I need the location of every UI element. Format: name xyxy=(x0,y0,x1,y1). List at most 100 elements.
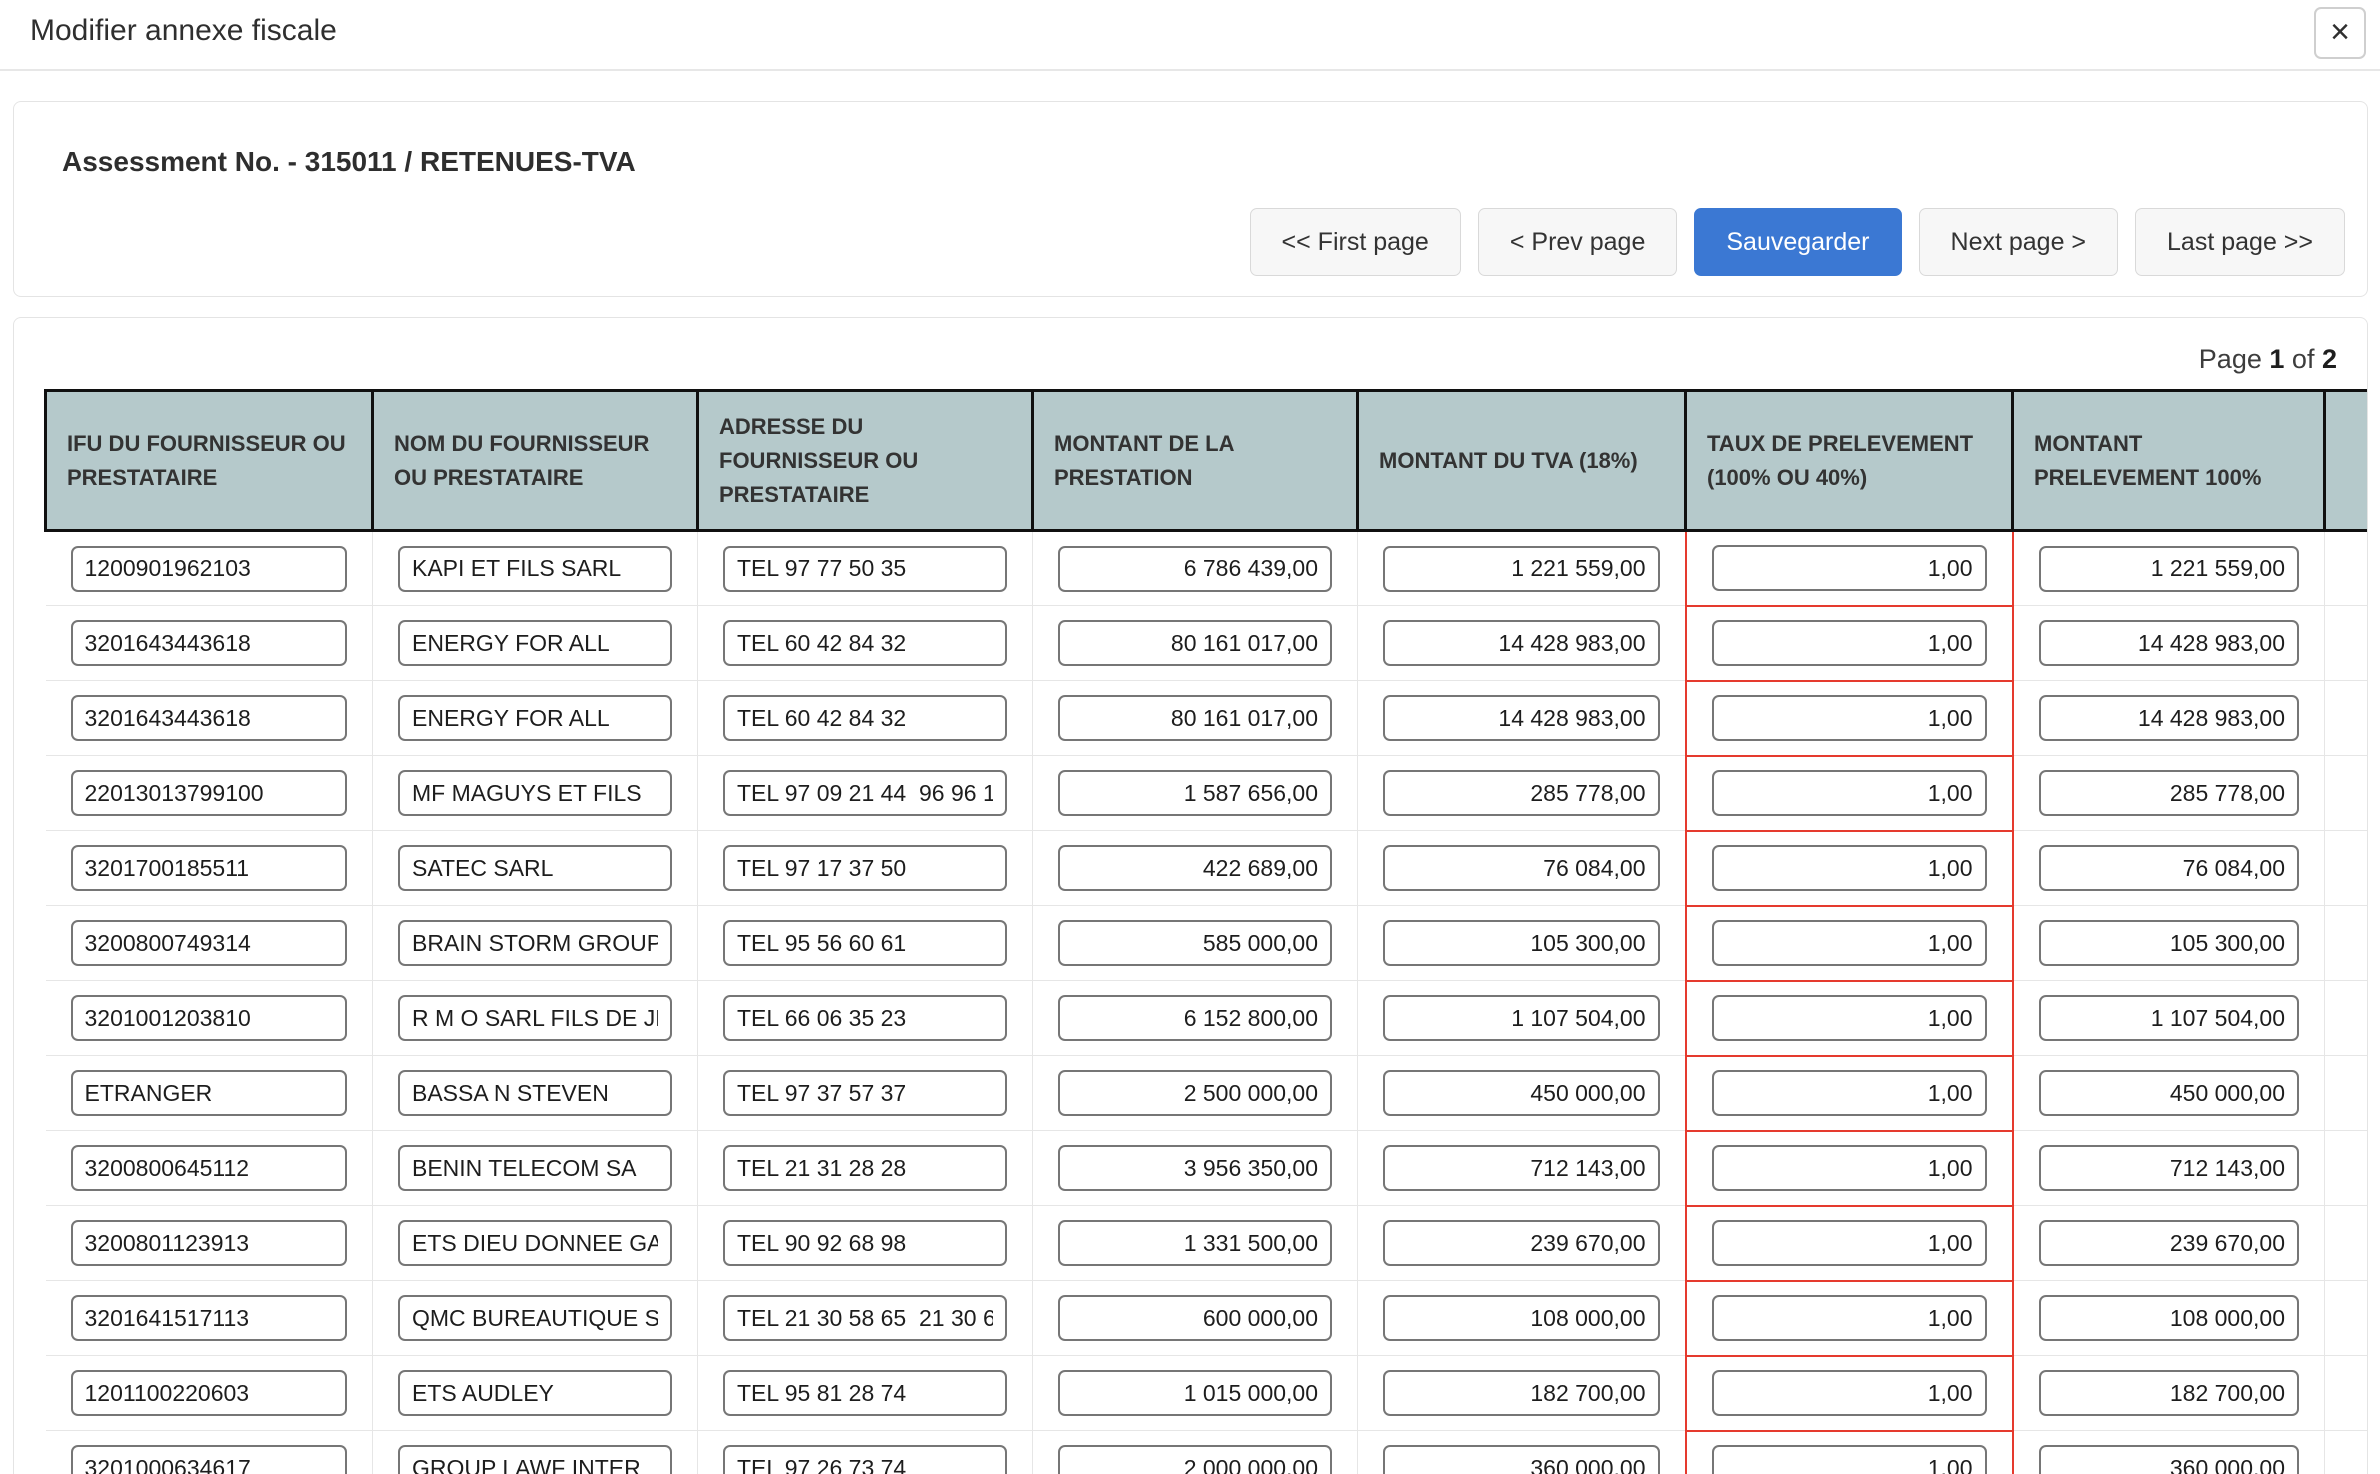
taux-prelevement-input[interactable] xyxy=(1712,845,1987,891)
tva-amount-input[interactable] xyxy=(1383,1145,1660,1191)
prestation-amount-input[interactable] xyxy=(1058,620,1332,666)
prelevement-amount-input[interactable] xyxy=(2039,1145,2300,1191)
taux-prelevement-input[interactable] xyxy=(1712,1370,1987,1416)
supplier-address-input[interactable] xyxy=(723,620,1007,666)
prestation-amount-input[interactable] xyxy=(1058,1370,1332,1416)
supplier-address-input[interactable] xyxy=(723,1220,1007,1266)
tva-amount-input[interactable] xyxy=(1383,845,1660,891)
ifu-input[interactable] xyxy=(71,1370,348,1416)
prelevement-amount-input[interactable] xyxy=(2039,1070,2300,1116)
supplier-name-input[interactable] xyxy=(398,845,672,891)
prelevement-amount-input[interactable] xyxy=(2039,1220,2300,1266)
supplier-name-input[interactable] xyxy=(398,1220,672,1266)
last-page-button[interactable]: Last page >> xyxy=(2135,208,2345,276)
prelevement-amount-input[interactable] xyxy=(2039,770,2300,816)
supplier-name-input[interactable] xyxy=(398,695,672,741)
supplier-address-input[interactable] xyxy=(723,1145,1007,1191)
prestation-amount-input[interactable] xyxy=(1058,1445,1332,1474)
taux-prelevement-input[interactable] xyxy=(1712,1445,1987,1474)
prelevement-amount-input[interactable] xyxy=(2039,695,2300,741)
tva-amount-input[interactable] xyxy=(1383,770,1660,816)
ifu-input[interactable] xyxy=(71,620,348,666)
first-page-button[interactable]: << First page xyxy=(1250,208,1461,276)
ifu-input[interactable] xyxy=(71,770,348,816)
ifu-input[interactable] xyxy=(71,1070,348,1116)
tva-amount-input[interactable] xyxy=(1383,620,1660,666)
supplier-address-input[interactable] xyxy=(723,995,1007,1041)
table-row xyxy=(46,1356,2368,1431)
tva-amount-input[interactable] xyxy=(1383,1220,1660,1266)
prestation-amount-input[interactable] xyxy=(1058,845,1332,891)
prestation-amount-input[interactable] xyxy=(1058,1220,1332,1266)
ifu-input[interactable] xyxy=(71,546,348,592)
supplier-address-input[interactable] xyxy=(723,1370,1007,1416)
tva-amount-input[interactable] xyxy=(1383,995,1660,1041)
clipped-extra-cell xyxy=(2325,606,2368,681)
supplier-name-input[interactable] xyxy=(398,770,672,816)
supplier-name-input[interactable] xyxy=(398,620,672,666)
prelevement-amount-input[interactable] xyxy=(2039,845,2300,891)
supplier-name-input[interactable] xyxy=(398,995,672,1041)
prestation-amount-input[interactable] xyxy=(1058,770,1332,816)
ifu-input[interactable] xyxy=(71,1295,348,1341)
ifu-input[interactable] xyxy=(71,995,348,1041)
taux-prelevement-input[interactable] xyxy=(1712,995,1987,1041)
prelevement-amount-input[interactable] xyxy=(2039,920,2300,966)
ifu-input[interactable] xyxy=(71,695,348,741)
supplier-address-input[interactable] xyxy=(723,1295,1007,1341)
taux-prelevement-input[interactable] xyxy=(1712,620,1987,666)
close-button[interactable]: × xyxy=(2314,7,2366,59)
prestation-amount-input[interactable] xyxy=(1058,1145,1332,1191)
supplier-name-input[interactable] xyxy=(398,1445,672,1474)
prestation-amount-input[interactable] xyxy=(1058,920,1332,966)
column-header: MONTANT DE LA PRESTATION xyxy=(1033,391,1358,531)
taux-prelevement-input[interactable] xyxy=(1712,1070,1987,1116)
taux-prelevement-input[interactable] xyxy=(1712,770,1987,816)
next-page-button[interactable]: Next page > xyxy=(1919,208,2119,276)
prestation-amount-input[interactable] xyxy=(1058,546,1332,592)
tva-amount-input[interactable] xyxy=(1383,1370,1660,1416)
taux-prelevement-input[interactable] xyxy=(1712,1220,1987,1266)
ifu-input[interactable] xyxy=(71,1445,348,1474)
tva-amount-input[interactable] xyxy=(1383,546,1660,592)
supplier-address-input[interactable] xyxy=(723,546,1007,592)
supplier-address-input[interactable] xyxy=(723,770,1007,816)
prelevement-amount-input[interactable] xyxy=(2039,620,2300,666)
taux-prelevement-input[interactable] xyxy=(1712,1295,1987,1341)
taux-prelevement-input[interactable] xyxy=(1712,1145,1987,1191)
supplier-address-input[interactable] xyxy=(723,845,1007,891)
prestation-amount-input[interactable] xyxy=(1058,695,1332,741)
supplier-name-input[interactable] xyxy=(398,546,672,592)
ifu-input[interactable] xyxy=(71,1220,348,1266)
taux-prelevement-input[interactable] xyxy=(1712,920,1987,966)
prestation-amount-input[interactable] xyxy=(1058,1295,1332,1341)
supplier-name-input[interactable] xyxy=(398,1295,672,1341)
supplier-name-input[interactable] xyxy=(398,1370,672,1416)
ifu-input[interactable] xyxy=(71,845,348,891)
supplier-name-input[interactable] xyxy=(398,1070,672,1116)
supplier-name-input[interactable] xyxy=(398,920,672,966)
prelevement-amount-input[interactable] xyxy=(2039,1295,2300,1341)
prev-page-button[interactable]: < Prev page xyxy=(1478,208,1678,276)
prestation-amount-input[interactable] xyxy=(1058,1070,1332,1116)
tva-amount-input[interactable] xyxy=(1383,920,1660,966)
tva-amount-input[interactable] xyxy=(1383,1445,1660,1474)
tva-amount-input[interactable] xyxy=(1383,1070,1660,1116)
taux-prelevement-input[interactable] xyxy=(1712,695,1987,741)
prelevement-amount-input[interactable] xyxy=(2039,546,2300,592)
tva-amount-input[interactable] xyxy=(1383,695,1660,741)
supplier-address-input[interactable] xyxy=(723,920,1007,966)
ifu-input[interactable] xyxy=(71,920,348,966)
supplier-address-input[interactable] xyxy=(723,695,1007,741)
supplier-name-input[interactable] xyxy=(398,1145,672,1191)
tva-amount-input[interactable] xyxy=(1383,1295,1660,1341)
supplier-address-input[interactable] xyxy=(723,1445,1007,1474)
prelevement-amount-input[interactable] xyxy=(2039,995,2300,1041)
taux-prelevement-input[interactable] xyxy=(1712,545,1987,591)
prestation-amount-input[interactable] xyxy=(1058,995,1332,1041)
prelevement-amount-input[interactable] xyxy=(2039,1445,2300,1474)
prelevement-amount-input[interactable] xyxy=(2039,1370,2300,1416)
supplier-address-input[interactable] xyxy=(723,1070,1007,1116)
save-button[interactable]: Sauvegarder xyxy=(1694,208,1901,276)
ifu-input[interactable] xyxy=(71,1145,348,1191)
